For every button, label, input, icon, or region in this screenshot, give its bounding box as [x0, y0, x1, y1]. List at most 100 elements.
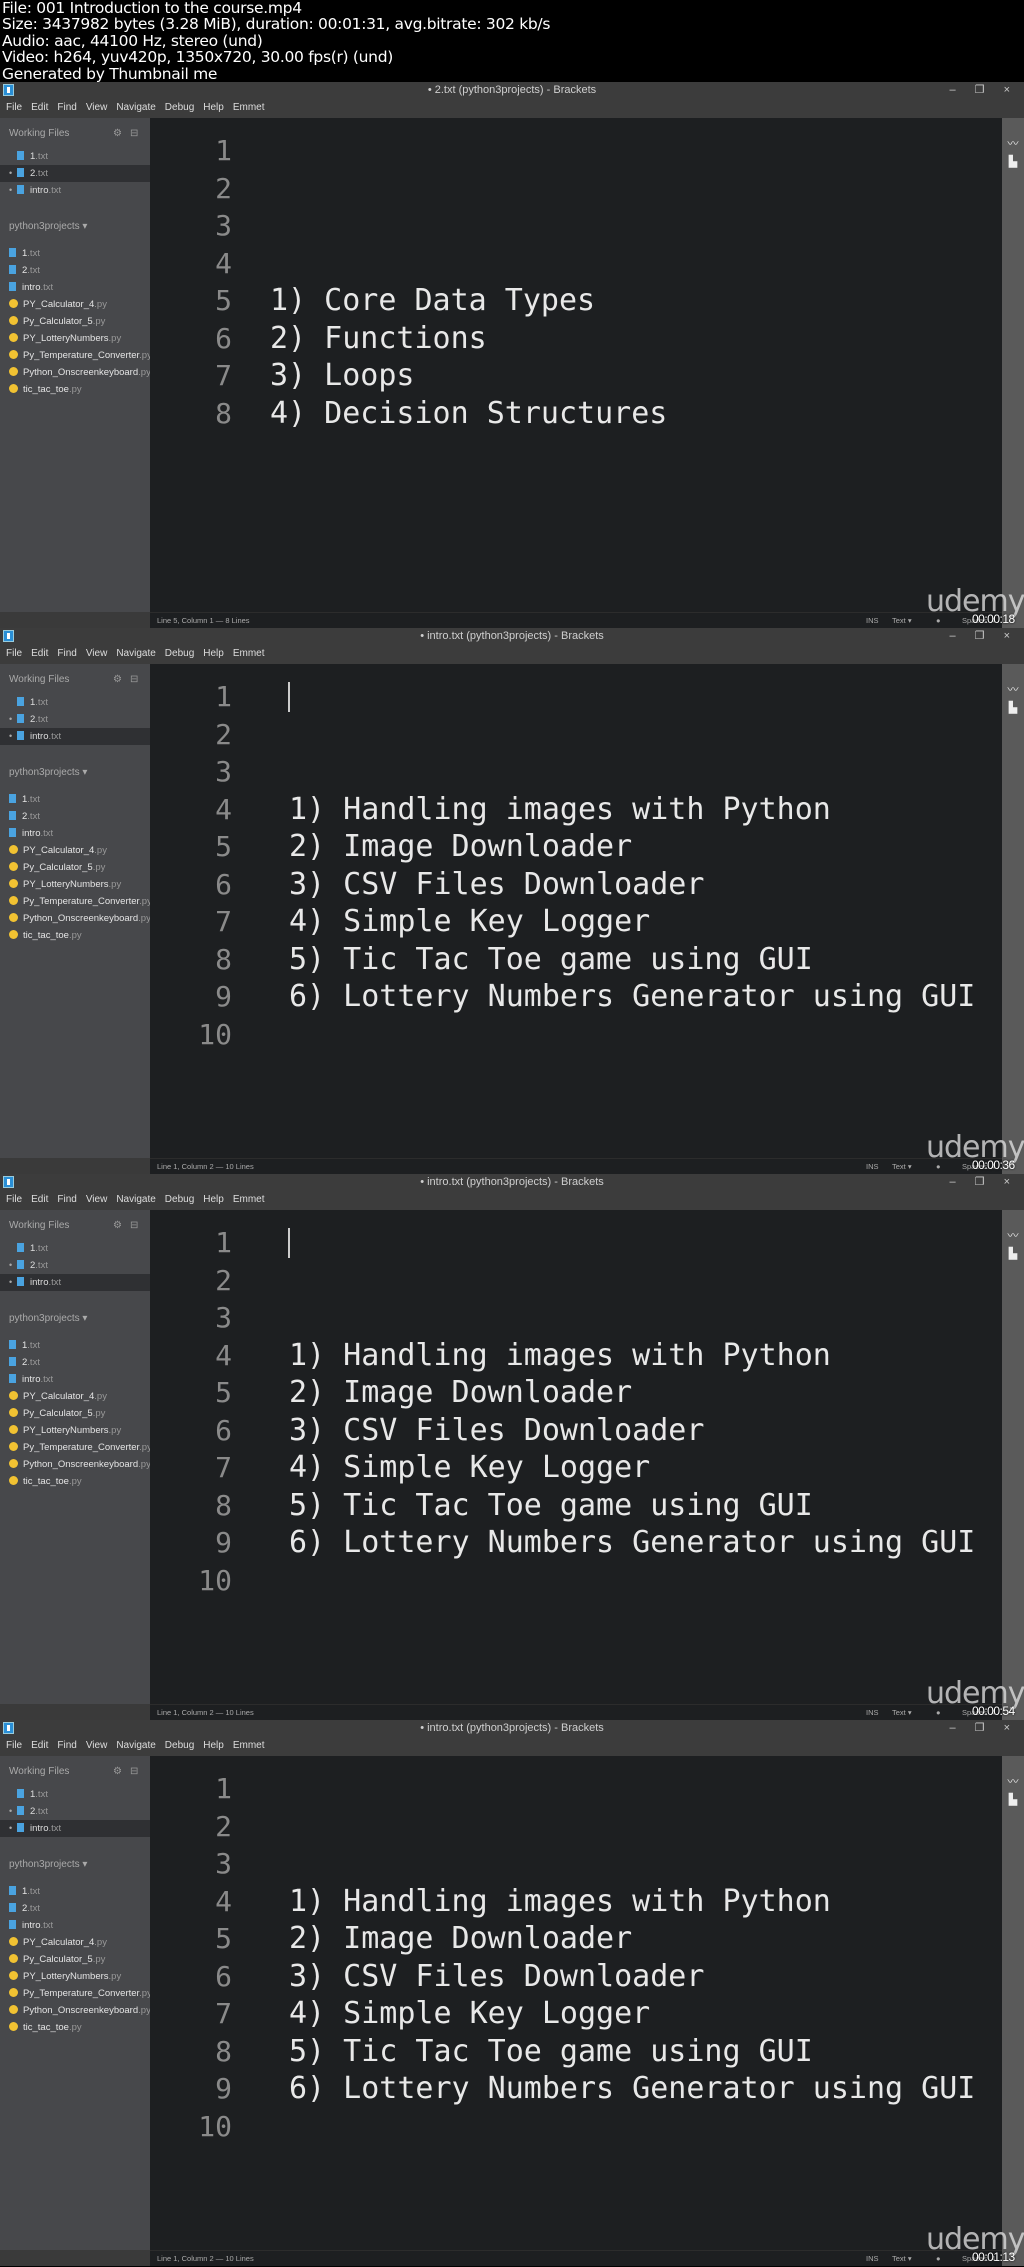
- project-file-item[interactable]: 2.txt: [0, 262, 40, 279]
- project-file-item[interactable]: Py_Temperature_Converter.py: [0, 893, 152, 910]
- working-file-item[interactable]: 1.txt: [0, 694, 150, 711]
- project-header[interactable]: python3projects ▾: [9, 767, 87, 778]
- project-file-item[interactable]: Py_Temperature_Converter.py: [0, 1985, 152, 2002]
- split-view-icon[interactable]: ⊟: [130, 1766, 146, 1777]
- menu-find[interactable]: Find: [57, 1740, 76, 1751]
- project-file-item[interactable]: Py_Temperature_Converter.py: [0, 347, 152, 364]
- working-file-item[interactable]: • 2.txt: [0, 1257, 150, 1274]
- project-file-item[interactable]: Python_Onscreenkeyboard.py: [0, 2002, 151, 2019]
- insert-mode[interactable]: INS: [866, 613, 879, 628]
- working-file-item[interactable]: • intro.txt: [0, 1274, 150, 1291]
- project-file-item[interactable]: Py_Calculator_5.py: [0, 1405, 105, 1422]
- live-preview-icon[interactable]: 〰: [1007, 1776, 1019, 1788]
- working-file-item[interactable]: • 2.txt: [0, 165, 150, 182]
- gear-icon[interactable]: ⚙: [113, 128, 130, 139]
- project-file-item[interactable]: 2.txt: [0, 808, 40, 825]
- working-file-item[interactable]: • 2.txt: [0, 1803, 150, 1820]
- project-file-item[interactable]: intro.txt: [0, 1917, 53, 1934]
- gear-icon[interactable]: ⚙: [113, 1766, 130, 1777]
- menu-view[interactable]: View: [86, 1194, 108, 1205]
- window-controls[interactable]: – ❐ ×: [949, 1720, 1018, 1736]
- menu-view[interactable]: View: [86, 102, 108, 113]
- working-file-item[interactable]: 1.txt: [0, 1240, 150, 1257]
- menu-file[interactable]: File: [6, 648, 22, 659]
- project-file-item[interactable]: 2.txt: [0, 1354, 40, 1371]
- project-file-item[interactable]: PY_LotteryNumbers.py: [0, 1968, 121, 1985]
- working-file-item[interactable]: 1.txt: [0, 1786, 150, 1803]
- menu-emmet[interactable]: Emmet: [233, 102, 265, 113]
- menu-emmet[interactable]: Emmet: [233, 1194, 265, 1205]
- project-file-item[interactable]: intro.txt: [0, 279, 53, 296]
- project-file-item[interactable]: Py_Calculator_5.py: [0, 1951, 105, 1968]
- menu-edit[interactable]: Edit: [31, 648, 48, 659]
- project-file-item[interactable]: Python_Onscreenkeyboard.py: [0, 1456, 151, 1473]
- menu-debug[interactable]: Debug: [165, 1194, 194, 1205]
- menu-edit[interactable]: Edit: [31, 102, 48, 113]
- project-header[interactable]: python3projects ▾: [9, 1313, 87, 1324]
- split-view-icon[interactable]: ⊟: [130, 128, 146, 139]
- split-view-icon[interactable]: ⊟: [130, 1220, 146, 1231]
- project-file-item[interactable]: tic_tac_toe.py: [0, 1473, 82, 1490]
- project-file-item[interactable]: PY_LotteryNumbers.py: [0, 1422, 121, 1439]
- menu-emmet[interactable]: Emmet: [233, 1740, 265, 1751]
- menu-help[interactable]: Help: [203, 1194, 224, 1205]
- menu-help[interactable]: Help: [203, 648, 224, 659]
- extension-manager-icon[interactable]: ▙: [1007, 1794, 1019, 1806]
- working-file-item[interactable]: • intro.txt: [0, 182, 150, 199]
- extension-manager-icon[interactable]: ▙: [1007, 702, 1019, 714]
- menu-edit[interactable]: Edit: [31, 1740, 48, 1751]
- menu-find[interactable]: Find: [57, 648, 76, 659]
- live-preview-icon[interactable]: 〰: [1007, 1230, 1019, 1242]
- live-preview-icon[interactable]: 〰: [1007, 684, 1019, 696]
- project-file-item[interactable]: PY_Calculator_4.py: [0, 842, 107, 859]
- working-file-item[interactable]: • 2.txt: [0, 711, 150, 728]
- menu-file[interactable]: File: [6, 1194, 22, 1205]
- project-file-item[interactable]: Python_Onscreenkeyboard.py: [0, 364, 151, 381]
- menu-navigate[interactable]: Navigate: [116, 102, 155, 113]
- project-header[interactable]: python3projects ▾: [9, 1859, 87, 1870]
- split-view-icon[interactable]: ⊟: [130, 674, 146, 685]
- language-mode-dropdown[interactable]: Text ▾: [892, 2251, 912, 2266]
- menu-help[interactable]: Help: [203, 102, 224, 113]
- working-file-item[interactable]: • intro.txt: [0, 728, 150, 745]
- language-mode-dropdown[interactable]: Text ▾: [892, 613, 912, 628]
- code-editor[interactable]: 1 2 3 4 1) Handling images with Python 5 2) Im…: [150, 1210, 1002, 1704]
- menu-view[interactable]: View: [86, 1740, 108, 1751]
- extension-manager-icon[interactable]: ▙: [1007, 1248, 1019, 1260]
- project-file-item[interactable]: Py_Calculator_5.py: [0, 313, 105, 330]
- code-editor[interactable]: 1 2 3 4 1) Handling images with Python 5 2) Im…: [150, 1756, 1002, 2250]
- code-editor[interactable]: 1 2 3 4 1) Handling images with Python 5 2) Im…: [150, 664, 1002, 1158]
- menu-navigate[interactable]: Navigate: [116, 1194, 155, 1205]
- menu-find[interactable]: Find: [57, 1194, 76, 1205]
- gear-icon[interactable]: ⚙: [113, 674, 130, 685]
- menu-navigate[interactable]: Navigate: [116, 648, 155, 659]
- project-file-item[interactable]: intro.txt: [0, 825, 53, 842]
- project-file-item[interactable]: 1.txt: [0, 1883, 40, 1900]
- window-controls[interactable]: – ❐ ×: [949, 628, 1018, 644]
- project-header[interactable]: python3projects ▾: [9, 221, 87, 232]
- menu-debug[interactable]: Debug: [165, 102, 194, 113]
- window-controls[interactable]: – ❐ ×: [949, 82, 1018, 98]
- project-file-item[interactable]: 1.txt: [0, 1337, 40, 1354]
- menu-emmet[interactable]: Emmet: [233, 648, 265, 659]
- window-controls[interactable]: – ❐ ×: [949, 1174, 1018, 1190]
- insert-mode[interactable]: INS: [866, 1705, 879, 1720]
- menu-file[interactable]: File: [6, 1740, 22, 1751]
- gear-icon[interactable]: ⚙: [113, 1220, 130, 1231]
- project-file-item[interactable]: tic_tac_toe.py: [0, 927, 82, 944]
- extension-manager-icon[interactable]: ▙: [1007, 156, 1019, 168]
- project-file-item[interactable]: tic_tac_toe.py: [0, 2019, 82, 2036]
- menu-find[interactable]: Find: [57, 102, 76, 113]
- project-file-item[interactable]: 1.txt: [0, 791, 40, 808]
- project-file-item[interactable]: PY_Calculator_4.py: [0, 296, 107, 313]
- project-file-item[interactable]: Py_Temperature_Converter.py: [0, 1439, 152, 1456]
- menu-debug[interactable]: Debug: [165, 648, 194, 659]
- menu-debug[interactable]: Debug: [165, 1740, 194, 1751]
- working-file-item[interactable]: 1.txt: [0, 148, 150, 165]
- menu-file[interactable]: File: [6, 102, 22, 113]
- project-file-item[interactable]: PY_Calculator_4.py: [0, 1388, 107, 1405]
- menu-help[interactable]: Help: [203, 1740, 224, 1751]
- project-file-item[interactable]: Py_Calculator_5.py: [0, 859, 105, 876]
- language-mode-dropdown[interactable]: Text ▾: [892, 1705, 912, 1720]
- project-file-item[interactable]: PY_LotteryNumbers.py: [0, 876, 121, 893]
